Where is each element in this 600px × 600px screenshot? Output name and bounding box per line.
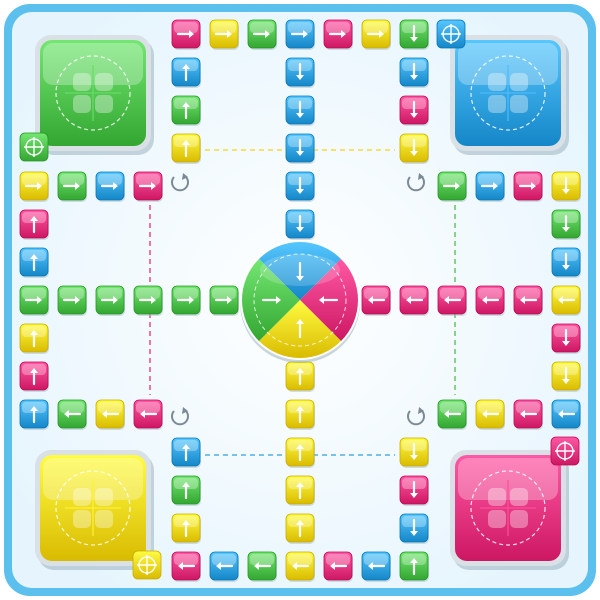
track-tile[interactable] [95,285,125,316]
track-tile[interactable] [513,399,543,430]
track-tile[interactable] [551,285,581,316]
home-slot[interactable] [95,95,113,113]
home-slot[interactable] [510,95,528,113]
track-tile[interactable] [247,19,277,50]
crosshair-tile[interactable] [436,19,466,49]
track-tile[interactable] [285,551,315,582]
track-tile[interactable] [285,19,315,50]
track-tile[interactable] [399,95,429,126]
track-tile[interactable] [475,171,505,202]
track-tile[interactable] [361,551,391,582]
track-tile[interactable] [57,285,87,316]
track-tile[interactable] [475,399,505,430]
track-tile[interactable] [551,209,581,240]
home-slot[interactable] [510,510,528,528]
track-tile[interactable] [285,95,315,126]
track-tile[interactable] [285,437,315,468]
home-slot[interactable] [73,488,91,506]
track-tile[interactable] [513,171,543,202]
home-slot[interactable] [95,510,113,528]
track-tile[interactable] [209,551,239,582]
track-tile[interactable] [95,399,125,430]
home-slot[interactable] [488,510,506,528]
track-tile[interactable] [285,133,315,164]
track-tile[interactable] [171,551,201,582]
track-tile[interactable] [19,399,49,430]
home-slot[interactable] [95,73,113,91]
home-slot[interactable] [510,73,528,91]
track-tile[interactable] [285,399,315,430]
crosshair-tile[interactable] [19,132,49,162]
base-pink[interactable] [450,450,569,570]
track-tile[interactable] [399,133,429,164]
base-green[interactable] [35,35,154,155]
track-tile[interactable] [19,323,49,354]
track-tile[interactable] [399,19,429,50]
crosshair-tile[interactable] [132,550,162,580]
home-slot[interactable] [73,73,91,91]
track-tile[interactable] [171,475,201,506]
track-tile[interactable] [171,95,201,126]
home-slot[interactable] [73,510,91,528]
track-tile[interactable] [171,57,201,88]
track-tile[interactable] [323,551,353,582]
track-tile[interactable] [285,475,315,506]
crosshair-tile[interactable] [550,436,580,466]
track-tile[interactable] [171,19,201,50]
track-tile[interactable] [19,209,49,240]
track-tile[interactable] [551,361,581,392]
track-tile[interactable] [19,171,49,202]
track-tile[interactable] [361,19,391,50]
track-tile[interactable] [551,399,581,430]
track-tile[interactable] [285,513,315,544]
track-tile[interactable] [171,133,201,164]
track-tile[interactable] [95,171,125,202]
home-slot[interactable] [73,95,91,113]
track-tile[interactable] [399,475,429,506]
track-tile[interactable] [399,437,429,468]
game-board [0,0,600,600]
track-tile[interactable] [513,285,543,316]
track-tile[interactable] [361,285,391,316]
track-tile[interactable] [19,285,49,316]
track-tile[interactable] [285,171,315,202]
home-slot[interactable] [488,95,506,113]
track-tile[interactable] [171,285,201,316]
track-tile[interactable] [133,399,163,430]
track-tile[interactable] [285,57,315,88]
home-slot[interactable] [488,488,506,506]
track-tile[interactable] [247,551,277,582]
track-tile[interactable] [399,551,429,582]
track-tile[interactable] [57,399,87,430]
track-tile[interactable] [551,323,581,354]
track-tile[interactable] [399,513,429,544]
track-tile[interactable] [209,19,239,50]
home-slot[interactable] [488,73,506,91]
track-tile[interactable] [551,247,581,278]
track-tile[interactable] [285,209,315,240]
track-tile[interactable] [19,361,49,392]
home-slot[interactable] [95,488,113,506]
track-tile[interactable] [285,361,315,392]
track-tile[interactable] [57,171,87,202]
center-spinner[interactable] [240,240,360,363]
track-tile[interactable] [171,437,201,468]
track-tile[interactable] [437,399,467,430]
base-blue[interactable] [450,35,569,155]
track-tile[interactable] [475,285,505,316]
track-tile[interactable] [133,171,163,202]
home-slot[interactable] [510,488,528,506]
track-tile[interactable] [133,285,163,316]
track-tile[interactable] [19,247,49,278]
track-tile[interactable] [209,285,239,316]
track-tile[interactable] [551,171,581,202]
track-tile[interactable] [399,285,429,316]
track-tile[interactable] [399,57,429,88]
track-tile[interactable] [171,513,201,544]
track-tile[interactable] [323,19,353,50]
track-tile[interactable] [437,285,467,316]
board-canvas [4,4,596,596]
track-tile[interactable] [437,171,467,202]
